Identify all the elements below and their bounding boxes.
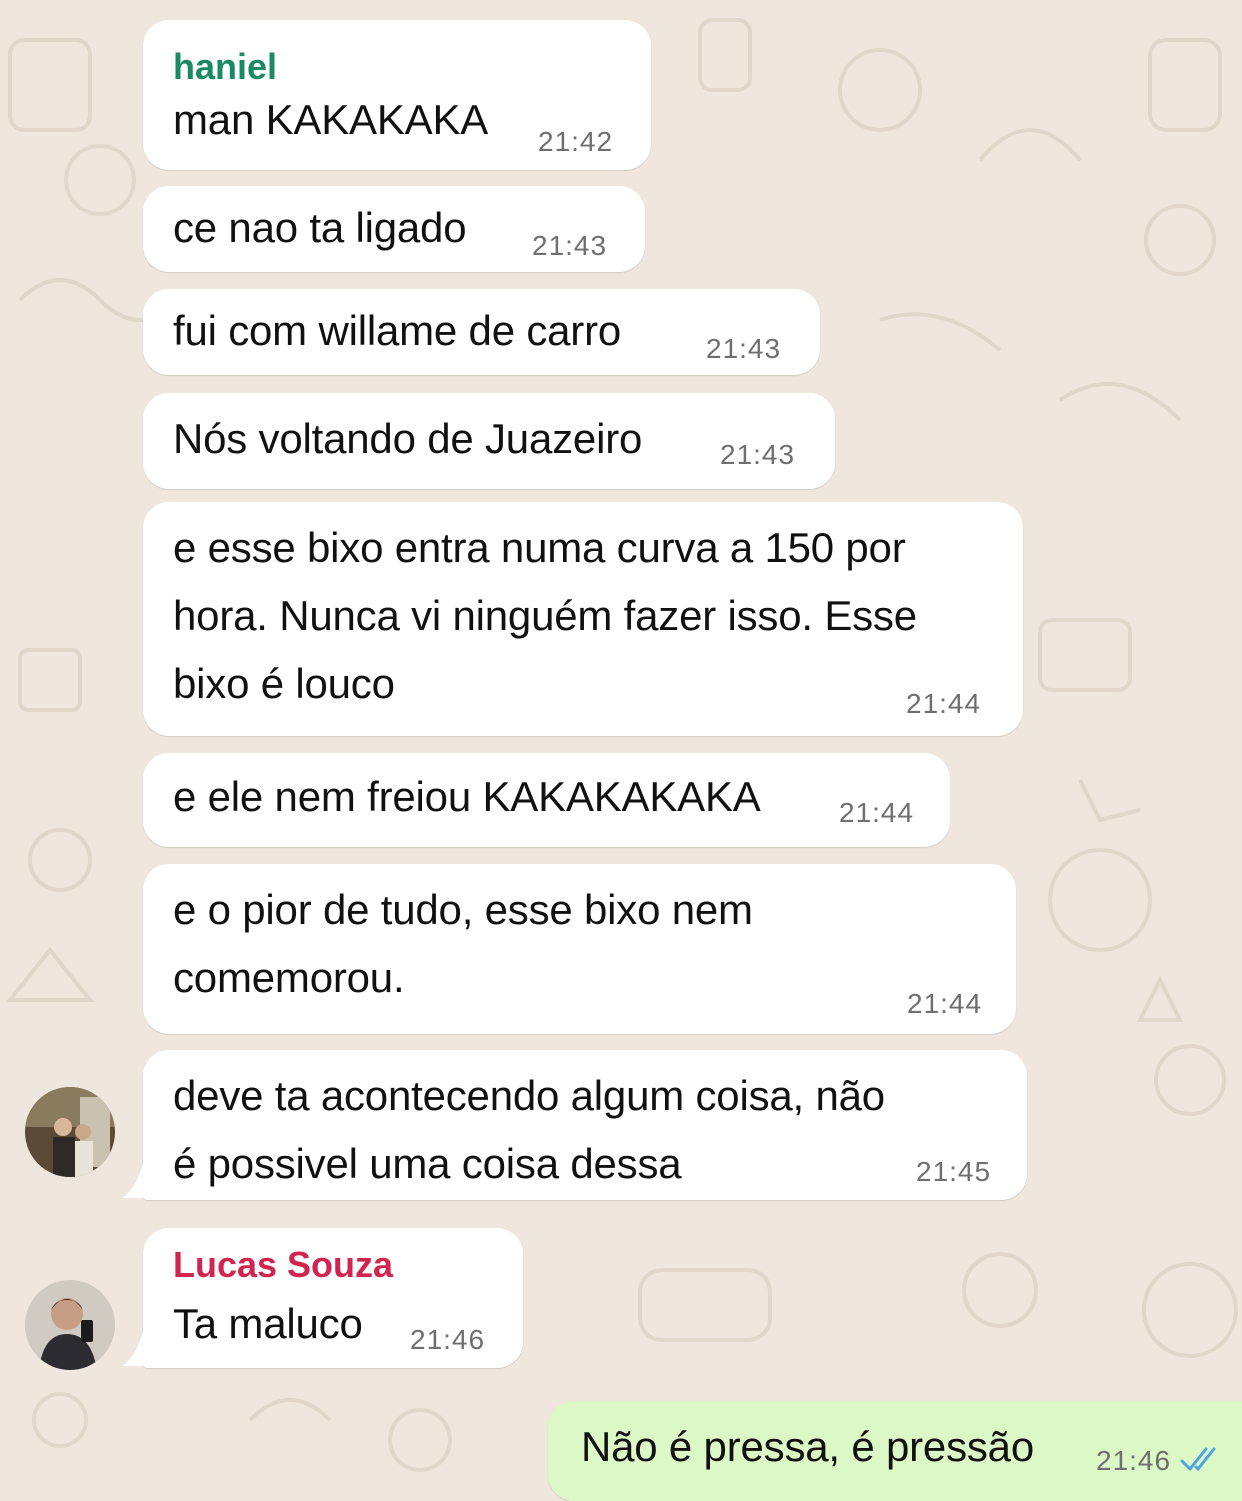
message-time: 21:43 xyxy=(720,439,796,470)
sender-name[interactable]: Lucas Souza xyxy=(173,1244,393,1286)
message-bubble[interactable]: e esse bixo entra numa curva a 150 por h… xyxy=(143,502,1023,736)
message-bubble[interactable]: Nós voltando de Juazeiro 21:43 xyxy=(143,393,835,489)
message-time: 21:43 xyxy=(706,333,782,364)
message-bubble[interactable]: deve ta acontecendo algum coisa, não é p… xyxy=(143,1050,1027,1200)
message-text: e esse bixo entra numa curva a 150 por h… xyxy=(173,524,917,707)
message-time: 21:43 xyxy=(532,230,608,261)
read-double-check-icon xyxy=(1180,1447,1216,1471)
message-text: Nós voltando de Juazeiro xyxy=(173,415,643,462)
message-bubble[interactable]: ce nao ta ligado 21:43 xyxy=(143,186,645,272)
message-bubble[interactable]: e o pior de tudo, esse bixo nem comemoro… xyxy=(143,864,1016,1034)
message-bubble[interactable]: Lucas Souza Ta maluco 21:46 xyxy=(143,1228,523,1368)
message-bubble[interactable]: fui com willame de carro 21:43 xyxy=(143,289,820,375)
message-text: Ta maluco xyxy=(173,1300,363,1347)
message-text: Não é pressa, é pressão xyxy=(581,1423,1034,1470)
message-text: e o pior de tudo, esse bixo nem comemoro… xyxy=(173,886,753,1001)
message-text: deve ta acontecendo algum coisa, não é p… xyxy=(173,1072,885,1187)
avatar-photo xyxy=(25,1087,115,1177)
message-bubble[interactable]: haniel man KAKAKAKA 21:42 xyxy=(143,20,651,170)
haniel-avatar[interactable] xyxy=(25,1087,115,1177)
lucas-souza-avatar[interactable] xyxy=(25,1280,115,1370)
message-text: fui com willame de carro xyxy=(173,307,622,354)
message-text: man KAKAKAKA xyxy=(173,96,489,143)
message-bubble[interactable]: e ele nem freiou KAKAKAKAKA 21:44 xyxy=(143,753,950,847)
message-time: 21:46 xyxy=(410,1324,486,1355)
message-text: ce nao ta ligado xyxy=(173,204,467,251)
message-time: 21:46 xyxy=(1096,1445,1172,1476)
message-time: 21:45 xyxy=(916,1156,992,1187)
message-time: 21:44 xyxy=(907,988,983,1019)
sender-name[interactable]: haniel xyxy=(173,46,277,88)
message-text: e ele nem freiou KAKAKAKAKA xyxy=(173,773,761,820)
outgoing-message-bubble[interactable]: Não é pressa, é pressão 21:46 xyxy=(548,1401,1242,1501)
message-time: 21:44 xyxy=(839,797,915,828)
avatar-photo xyxy=(25,1280,115,1370)
message-time: 21:42 xyxy=(538,126,614,157)
message-time: 21:44 xyxy=(906,688,982,719)
